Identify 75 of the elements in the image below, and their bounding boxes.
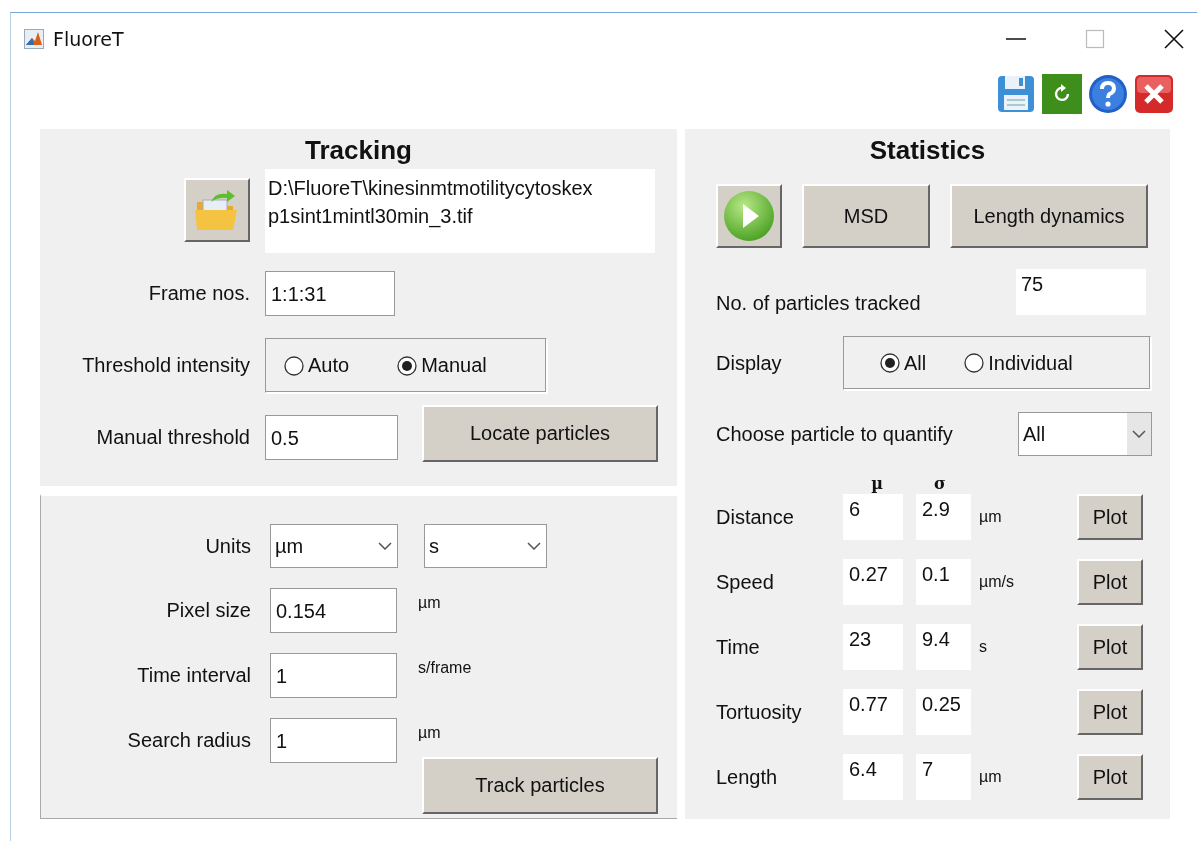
unit-label: s/frame xyxy=(418,659,472,677)
dropdown[interactable]: All xyxy=(1018,412,1152,456)
plot-button[interactable]: Plot xyxy=(1077,559,1143,605)
field-label: Speed xyxy=(716,570,775,594)
dropdown[interactable]: µm xyxy=(270,524,398,568)
help-icon[interactable] xyxy=(1087,73,1129,115)
locate-particles-button[interactable]: Locate particles xyxy=(422,405,658,462)
unit-label: µm/s xyxy=(978,573,1015,591)
app-icon xyxy=(24,29,44,49)
radio-button[interactable]: All xyxy=(880,351,927,375)
action-button[interactable]: Length dynamics xyxy=(950,184,1148,248)
column-header: µ xyxy=(870,473,884,493)
input-field[interactable]: 23 xyxy=(843,624,903,670)
input-field[interactable]: 0.77 xyxy=(843,689,903,735)
plot-button[interactable]: Plot xyxy=(1077,494,1143,540)
unit-label: µm xyxy=(978,768,1003,786)
column-header: σ xyxy=(933,473,947,493)
caret-icon xyxy=(378,542,392,550)
radio-button[interactable]: Manual xyxy=(397,354,487,377)
play-icon xyxy=(723,190,775,242)
unit-label: s xyxy=(978,638,988,656)
dropdown[interactable]: s xyxy=(424,524,547,568)
input-field[interactable]: 6 xyxy=(843,494,903,540)
radio-selected-icon xyxy=(397,355,418,376)
unit-label: µm xyxy=(418,724,441,742)
input-field[interactable]: 1 xyxy=(270,718,397,763)
plot-button[interactable]: Plot xyxy=(1077,624,1143,670)
input-field[interactable]: 0.25 xyxy=(916,689,971,735)
caret-icon xyxy=(1132,430,1146,438)
open-file-button[interactable] xyxy=(184,178,250,242)
input-field[interactable]: 0.27 xyxy=(843,559,903,605)
unit-label: µm xyxy=(978,508,1003,526)
plot-button[interactable]: Plot xyxy=(1077,689,1143,735)
radio-empty-icon xyxy=(284,355,304,376)
input-field[interactable]: 9.4 xyxy=(916,624,971,670)
field-label: Threshold intensity xyxy=(81,354,250,377)
input-field[interactable]: 1 xyxy=(270,653,397,698)
panel-title: Tracking xyxy=(304,134,413,167)
input-field[interactable]: 7 xyxy=(916,754,971,800)
close-icon[interactable] xyxy=(1163,28,1185,50)
field-label: Tortuosity xyxy=(716,700,803,724)
plot-button[interactable]: Plot xyxy=(1077,754,1143,800)
input-field[interactable]: 0.1 xyxy=(916,559,971,605)
action-button[interactable]: MSD xyxy=(802,184,930,248)
radio-empty-icon xyxy=(964,353,985,373)
field-label: Length xyxy=(716,765,779,789)
unit-label: µm xyxy=(418,594,441,612)
field-label: Time xyxy=(716,635,761,659)
field-label: No. of particles tracked xyxy=(716,292,922,315)
field-label: Choose particle to quantify xyxy=(716,422,954,446)
field-label: Search radius xyxy=(126,729,251,752)
field-label: Pixel size xyxy=(165,599,251,622)
input-field[interactable]: 1:1:31 xyxy=(265,271,395,316)
field-label: Time interval xyxy=(136,664,251,687)
track-particles-button[interactable]: Track particles xyxy=(422,757,658,814)
input-field[interactable]: 0.154 xyxy=(270,588,397,633)
field-label: Manual threshold xyxy=(95,426,250,449)
field-label: Units xyxy=(204,534,251,558)
input-field[interactable]: 75 xyxy=(1016,269,1146,315)
input-field[interactable]: 6.4 xyxy=(843,754,903,800)
refresh-icon[interactable] xyxy=(1041,73,1083,115)
window-title: FluoreT xyxy=(53,28,124,50)
field-label: Frame nos. xyxy=(147,282,250,305)
panel-title: Statistics xyxy=(868,134,987,167)
radio-button[interactable]: Individual xyxy=(964,351,1073,375)
field-label: Display xyxy=(716,351,783,375)
file-path-field[interactable]: D:\FluoreT\kinesinmtmotilitycytoskex p1sint1mintl30min_3.tif xyxy=(265,169,655,253)
caret-icon xyxy=(527,542,541,550)
save-icon[interactable] xyxy=(995,73,1037,115)
input-field[interactable]: 2.9 xyxy=(916,494,971,540)
radio-button[interactable]: Auto xyxy=(284,354,350,377)
field-label: Distance xyxy=(716,505,795,529)
input-field[interactable]: 0.5 xyxy=(265,415,398,460)
radio-selected-icon xyxy=(880,353,900,373)
play-button[interactable] xyxy=(716,184,782,248)
